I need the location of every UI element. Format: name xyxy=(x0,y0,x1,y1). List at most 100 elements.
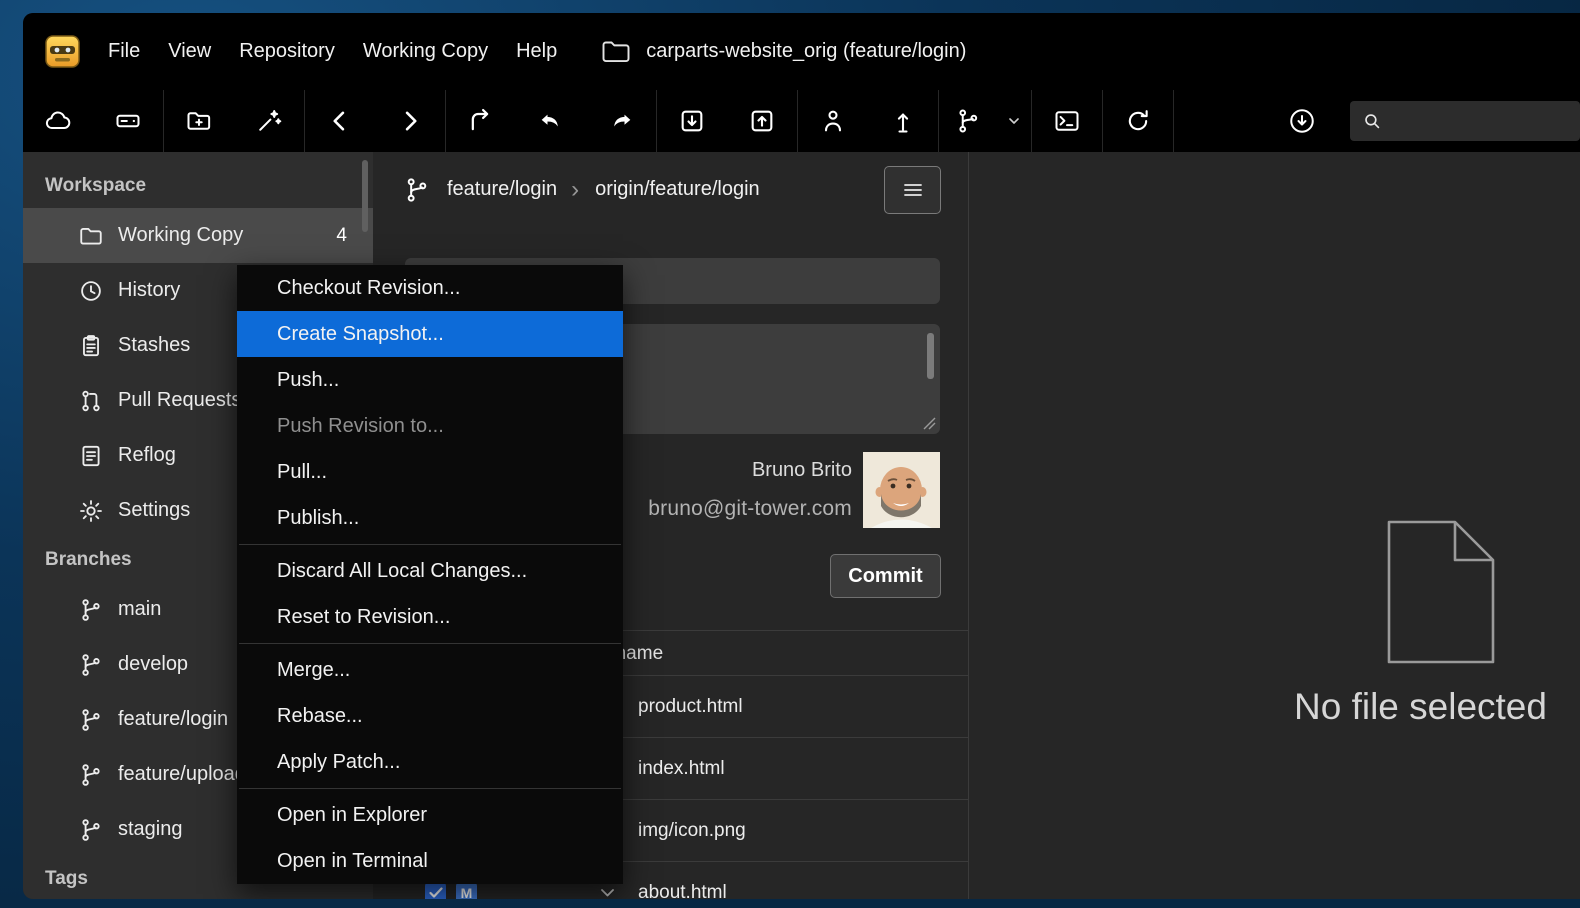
stash-button[interactable] xyxy=(798,90,868,152)
tracking-branch-label[interactable]: origin/feature/login xyxy=(595,178,760,201)
breadcrumb-separator: › xyxy=(571,176,579,204)
checkout-arrow-icon xyxy=(467,107,495,135)
search-icon xyxy=(1361,110,1383,132)
current-branch-label[interactable]: feature/login xyxy=(447,178,557,201)
menu-item-publish[interactable]: Publish... xyxy=(237,495,623,541)
git-flow-icon xyxy=(954,107,982,135)
detail-panel: No file selected xyxy=(968,152,1580,899)
file-name: img/icon.png xyxy=(638,820,746,842)
sidebar-item-label: feature/login xyxy=(118,708,228,731)
menu-item-checkout-revision[interactable]: Checkout Revision... xyxy=(237,265,623,311)
pull-button[interactable] xyxy=(657,90,727,152)
cloud-icon xyxy=(44,107,72,135)
person-icon xyxy=(819,107,847,135)
journal-icon xyxy=(78,443,104,469)
toolbar-spacer xyxy=(1174,90,1274,152)
title-bar: File View Repository Working Copy Help c… xyxy=(23,13,1580,90)
menu-repository[interactable]: Repository xyxy=(225,13,349,90)
changes-count-badge: 4 xyxy=(336,225,347,247)
folder-add-icon xyxy=(185,107,213,135)
menu-item-pull[interactable]: Pull... xyxy=(237,449,623,495)
search-input[interactable] xyxy=(1393,111,1563,132)
menu-working-copy[interactable]: Working Copy xyxy=(349,13,502,90)
refresh-button[interactable] xyxy=(1103,90,1173,152)
branch-icon xyxy=(403,176,431,204)
branch-icon xyxy=(78,707,104,733)
file-checkbox[interactable] xyxy=(425,882,446,899)
pull-request-icon xyxy=(78,388,104,414)
menu-file[interactable]: File xyxy=(94,13,154,90)
branch-icon xyxy=(78,762,104,788)
menu-help[interactable]: Help xyxy=(502,13,571,90)
file-name: index.html xyxy=(638,758,725,780)
sidebar-item-label: main xyxy=(118,598,161,621)
app-window: File View Repository Working Copy Help c… xyxy=(23,13,1580,899)
hamburger-icon xyxy=(901,178,925,202)
sidebar-item-label: Working Copy xyxy=(118,224,243,247)
menu-item-merge[interactable]: Merge... xyxy=(237,647,623,693)
git-flow-button[interactable] xyxy=(939,90,997,152)
author-avatar xyxy=(863,452,940,528)
checkout-button[interactable] xyxy=(446,90,516,152)
menu-item-push[interactable]: Push... xyxy=(237,357,623,403)
menu-item-reset-to-revision[interactable]: Reset to Revision... xyxy=(237,594,623,640)
menu-separator xyxy=(237,541,623,548)
sidebar-item-label: staging xyxy=(118,818,183,841)
sidebar-item-label: Stashes xyxy=(118,334,190,357)
menu-item-apply-patch[interactable]: Apply Patch... xyxy=(237,739,623,785)
menu-item-discard-all-local-changes[interactable]: Discard All Local Changes... xyxy=(237,548,623,594)
commit-button[interactable]: Commit xyxy=(830,554,941,598)
modified-status-badge: M xyxy=(456,882,477,899)
open-repository-button[interactable] xyxy=(164,90,234,152)
chevron-right-icon xyxy=(396,107,424,135)
sidebar-scrollbar[interactable] xyxy=(362,160,368,232)
folder-icon xyxy=(601,39,631,64)
drive-icon xyxy=(114,107,142,135)
sidebar-item-label: History xyxy=(118,279,180,302)
menu-view[interactable]: View xyxy=(154,13,225,90)
branch-icon xyxy=(78,817,104,843)
menu-item-open-in-explorer[interactable]: Open in Explorer xyxy=(237,792,623,838)
push-button[interactable] xyxy=(727,90,797,152)
chevron-down-icon[interactable] xyxy=(600,887,615,898)
sidebar-item-label: Pull Requests xyxy=(118,389,241,412)
menu-item-create-snapshot[interactable]: Create Snapshot... xyxy=(237,311,623,357)
menu-item-open-in-terminal[interactable]: Open in Terminal xyxy=(237,838,623,884)
branch-bar: feature/login › origin/feature/login xyxy=(373,152,968,227)
menu-item-rebase[interactable]: Rebase... xyxy=(237,693,623,739)
download-updates-button[interactable] xyxy=(1274,90,1330,152)
terminal-button[interactable] xyxy=(1032,90,1102,152)
sidebar-item-label: feature/upload xyxy=(118,763,246,786)
fetch-button[interactable] xyxy=(868,90,938,152)
toolbar xyxy=(23,90,1580,152)
quick-actions-button[interactable] xyxy=(234,90,304,152)
branch-icon xyxy=(78,597,104,623)
branch-options-button[interactable] xyxy=(884,166,941,214)
chevron-down-icon xyxy=(1007,114,1021,128)
no-file-selected-text: No file selected xyxy=(1294,686,1547,728)
search-box[interactable] xyxy=(1350,101,1580,141)
push-icon xyxy=(748,107,776,135)
window-title: carparts-website_orig (feature/login) xyxy=(646,40,966,63)
arrow-up-icon xyxy=(889,107,917,135)
clipboard-icon xyxy=(78,333,104,359)
sidebar-item-working-copy[interactable]: Working Copy 4 xyxy=(23,208,373,263)
sidebar-item-label: Reflog xyxy=(118,444,176,467)
cloud-services-button[interactable] xyxy=(23,90,93,152)
redo-button[interactable] xyxy=(586,90,656,152)
document-outline-icon xyxy=(1381,518,1499,666)
redo-arrow-icon xyxy=(607,107,635,135)
menu-item-push-revision-to: Push Revision to... xyxy=(237,403,623,449)
git-flow-dropdown[interactable] xyxy=(997,90,1031,152)
back-button[interactable] xyxy=(305,90,375,152)
undo-button[interactable] xyxy=(516,90,586,152)
author-email: bruno@git-tower.com xyxy=(648,497,852,521)
sidebar-item-label: develop xyxy=(118,653,188,676)
file-name: about.html xyxy=(638,882,727,900)
local-repositories-button[interactable] xyxy=(93,90,163,152)
forward-button[interactable] xyxy=(375,90,445,152)
sidebar-item-label: Settings xyxy=(118,499,190,522)
file-name: product.html xyxy=(638,696,743,718)
menu-separator xyxy=(237,785,623,792)
menu-separator xyxy=(237,640,623,647)
